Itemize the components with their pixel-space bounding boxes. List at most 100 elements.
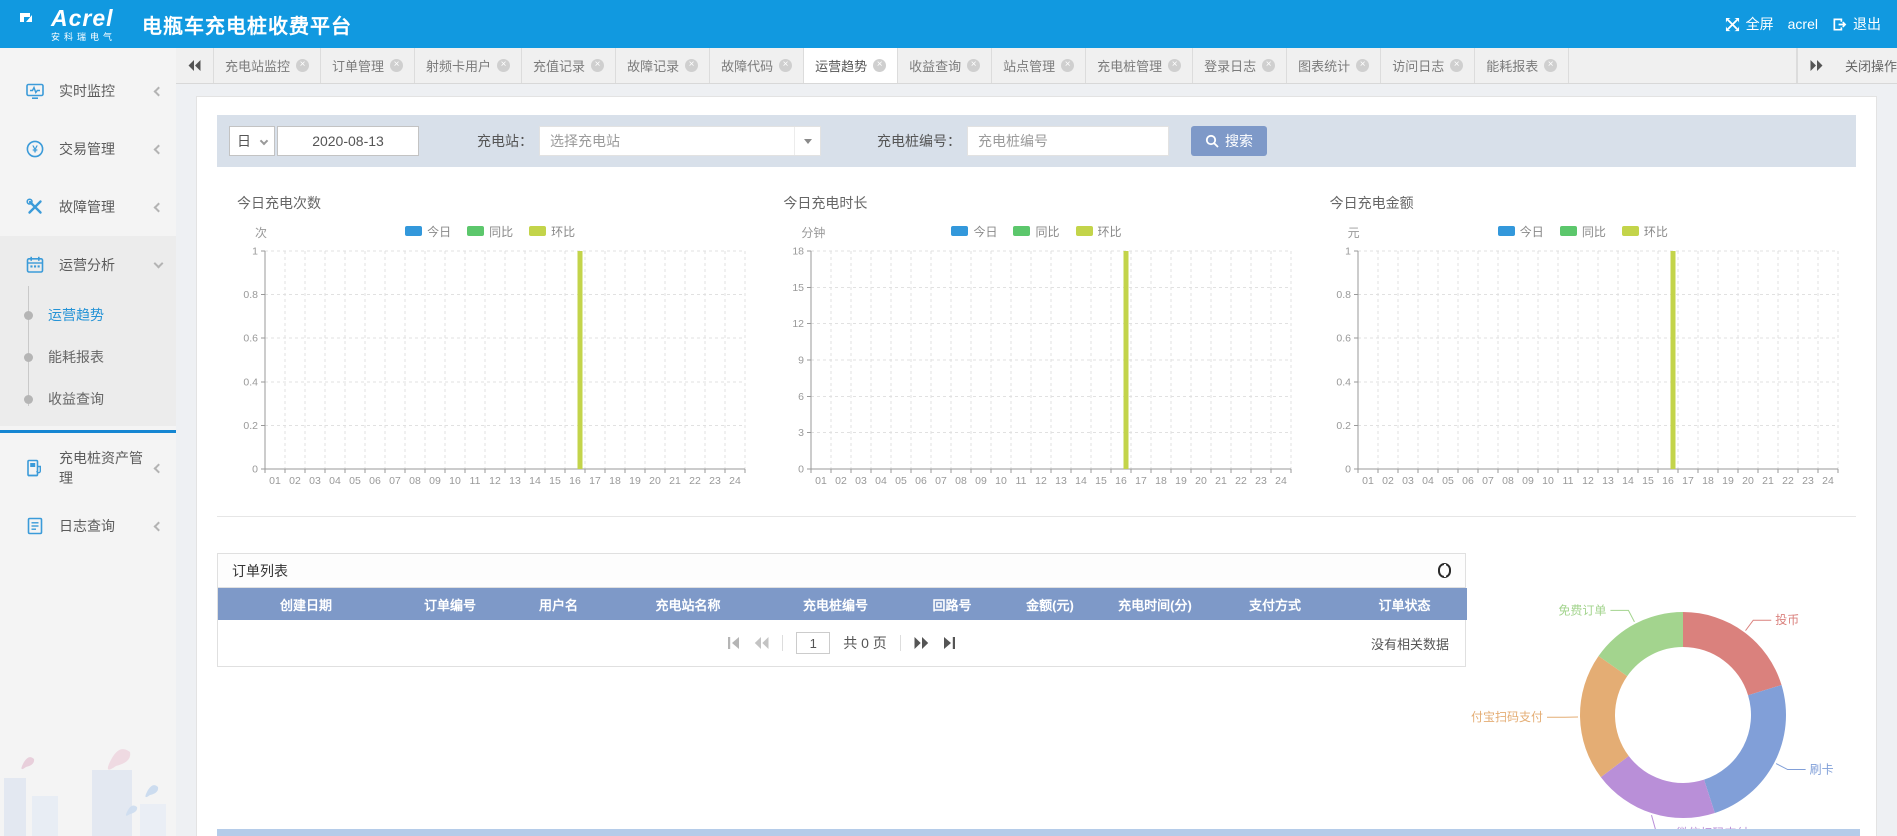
sidebar-subitem-2[interactable]: 收益查询 <box>0 378 176 420</box>
svg-text:01: 01 <box>815 475 827 487</box>
sidebar-subitem-0[interactable]: 运营趋势 <box>0 294 176 336</box>
tabs-scroll-left-button[interactable] <box>176 48 214 83</box>
legend-swatch <box>467 226 484 236</box>
sidebar-item-4[interactable]: 充电桩资产管理 <box>0 439 176 497</box>
sidebar-subitem-1[interactable]: 能耗报表 <box>0 336 176 378</box>
tab-close-icon[interactable]: × <box>591 59 604 72</box>
tab-item-3[interactable]: 充值记录× <box>522 48 616 83</box>
donut-segment-付宝扫码支付[interactable] <box>1580 656 1629 777</box>
tab-item-11[interactable]: 图表统计 × <box>1287 48 1381 83</box>
legend-item[interactable]: 同比 <box>1013 223 1059 240</box>
svg-text:0.4: 0.4 <box>243 376 258 388</box>
last-page-button[interactable] <box>942 637 956 649</box>
panel-toggle-icon[interactable] <box>1438 563 1451 578</box>
legend-item[interactable]: 环比 <box>529 223 575 240</box>
sidebar-item-5[interactable]: 日志查询 <box>0 497 176 555</box>
chart-legend[interactable]: 今日同比环比 <box>769 219 1303 243</box>
chevron-left-icon <box>154 202 164 212</box>
bottom-panel-edge <box>217 829 1860 836</box>
period-select[interactable]: 日 <box>229 126 275 156</box>
tab-close-icon[interactable]: × <box>779 59 792 72</box>
username[interactable]: acrel <box>1788 16 1818 32</box>
sidebar-item-1[interactable]: ¥交易管理 <box>0 120 176 178</box>
legend-label: 今日 <box>1520 223 1544 240</box>
svg-text:20: 20 <box>1195 475 1207 487</box>
page-number-input[interactable] <box>796 632 830 654</box>
tab-item-13[interactable]: 能耗报表× <box>1475 48 1569 83</box>
tab-item-0[interactable]: 充电站监控× <box>214 48 321 83</box>
svg-text:22: 22 <box>1235 475 1247 487</box>
tab-item-10[interactable]: 登录日志× <box>1193 48 1287 83</box>
order-list-title: 订单列表 <box>232 561 288 581</box>
legend-item[interactable]: 今日 <box>1498 223 1544 240</box>
caret-down-icon <box>804 139 812 144</box>
tab-close-icon[interactable]: × <box>390 59 403 72</box>
tab-close-icon[interactable]: × <box>1544 59 1557 72</box>
tab-label: 图表统计 <box>1298 56 1350 75</box>
fullscreen-button[interactable]: 全屏 <box>1725 14 1774 34</box>
chart-charge-count: 今日充电次数 次 今日同比环比 00.20.40.60.810102030405… <box>217 193 763 500</box>
tab-close-icon[interactable]: × <box>296 59 309 72</box>
svg-text:17: 17 <box>589 475 601 487</box>
svg-text:16: 16 <box>569 475 581 487</box>
next-page-button[interactable] <box>914 637 929 649</box>
legend-item[interactable]: 今日 <box>951 223 997 240</box>
tab-item-8[interactable]: 站点管理× <box>992 48 1086 83</box>
first-page-button[interactable] <box>727 637 741 649</box>
column-header-1: 订单编号 <box>394 588 506 620</box>
tab-item-9[interactable]: 充电桩管理× <box>1086 48 1193 83</box>
sidebar-item-3[interactable]: 运营分析 <box>0 236 176 294</box>
prev-page-button[interactable] <box>754 637 769 649</box>
donut-segment-刷卡[interactable] <box>1704 685 1786 813</box>
tab-item-1[interactable]: 订单管理× <box>321 48 415 83</box>
svg-text:0.8: 0.8 <box>1336 289 1351 301</box>
donut-segment-投币[interactable] <box>1683 612 1782 695</box>
sidebar-item-2[interactable]: 故障管理 <box>0 178 176 236</box>
search-button[interactable]: 搜索 <box>1191 126 1267 156</box>
tabs-scroll-right-button[interactable] <box>1797 48 1835 83</box>
tab-close-icon[interactable]: × <box>1061 59 1074 72</box>
tab-close-icon[interactable]: × <box>1356 59 1369 72</box>
pile-number-input[interactable] <box>967 126 1169 156</box>
station-select[interactable]: 选择充电站 <box>539 126 821 156</box>
legend-item[interactable]: 环比 <box>1622 223 1668 240</box>
svg-text:02: 02 <box>835 475 847 487</box>
svg-text:9: 9 <box>798 355 804 367</box>
sidebar-item-0[interactable]: 实时监控 <box>0 62 176 120</box>
svg-text:13: 13 <box>509 475 521 487</box>
legend-item[interactable]: 同比 <box>467 223 513 240</box>
chart-charge-duration: 今日充电时长 分钟 今日同比环比 03691215180102030405060… <box>763 193 1309 500</box>
legend-item[interactable]: 同比 <box>1560 223 1606 240</box>
tab-item-7[interactable]: 收益查询× <box>898 48 992 83</box>
tab-close-icon[interactable]: × <box>497 59 510 72</box>
chart-legend[interactable]: 今日同比环比 <box>223 219 757 243</box>
tab-close-icon[interactable]: × <box>1168 59 1181 72</box>
y-axis-unit: 次 <box>255 224 267 241</box>
tab-close-icon[interactable]: × <box>967 59 980 72</box>
logout-button[interactable]: 退出 <box>1832 14 1881 34</box>
donut-segment-微信扫码支付[interactable] <box>1601 756 1715 818</box>
chart-legend[interactable]: 今日同比环比 <box>1316 219 1850 243</box>
logo-text: Acrel <box>51 7 116 30</box>
svg-text:04: 04 <box>329 475 341 487</box>
tab-item-5[interactable]: 故障代码× <box>710 48 804 83</box>
tab-item-4[interactable]: 故障记录× <box>616 48 710 83</box>
tab-close-icon[interactable]: × <box>873 59 886 72</box>
tab-close-icon[interactable]: × <box>1262 59 1275 72</box>
tab-item-2[interactable]: 射频卡用户× <box>415 48 522 83</box>
svg-text:15: 15 <box>1642 475 1654 487</box>
svg-text:09: 09 <box>429 475 441 487</box>
chart-title: 今日充电次数 <box>223 193 757 213</box>
close-operations-menu[interactable]: 关闭操作 <box>1835 48 1897 83</box>
tab-close-icon[interactable]: × <box>685 59 698 72</box>
fullscreen-label: 全屏 <box>1746 14 1774 34</box>
tab-close-icon[interactable]: × <box>1450 59 1463 72</box>
tab-item-6[interactable]: 运营趋势× <box>804 48 898 83</box>
tab-item-12[interactable]: 访问日志× <box>1381 48 1475 83</box>
total-pages-label: 共 0 页 <box>843 633 887 653</box>
legend-item[interactable]: 环比 <box>1076 223 1122 240</box>
svg-text:12: 12 <box>793 318 805 330</box>
legend-item[interactable]: 今日 <box>405 223 451 240</box>
svg-text:01: 01 <box>1362 475 1374 487</box>
date-input[interactable] <box>277 126 419 156</box>
